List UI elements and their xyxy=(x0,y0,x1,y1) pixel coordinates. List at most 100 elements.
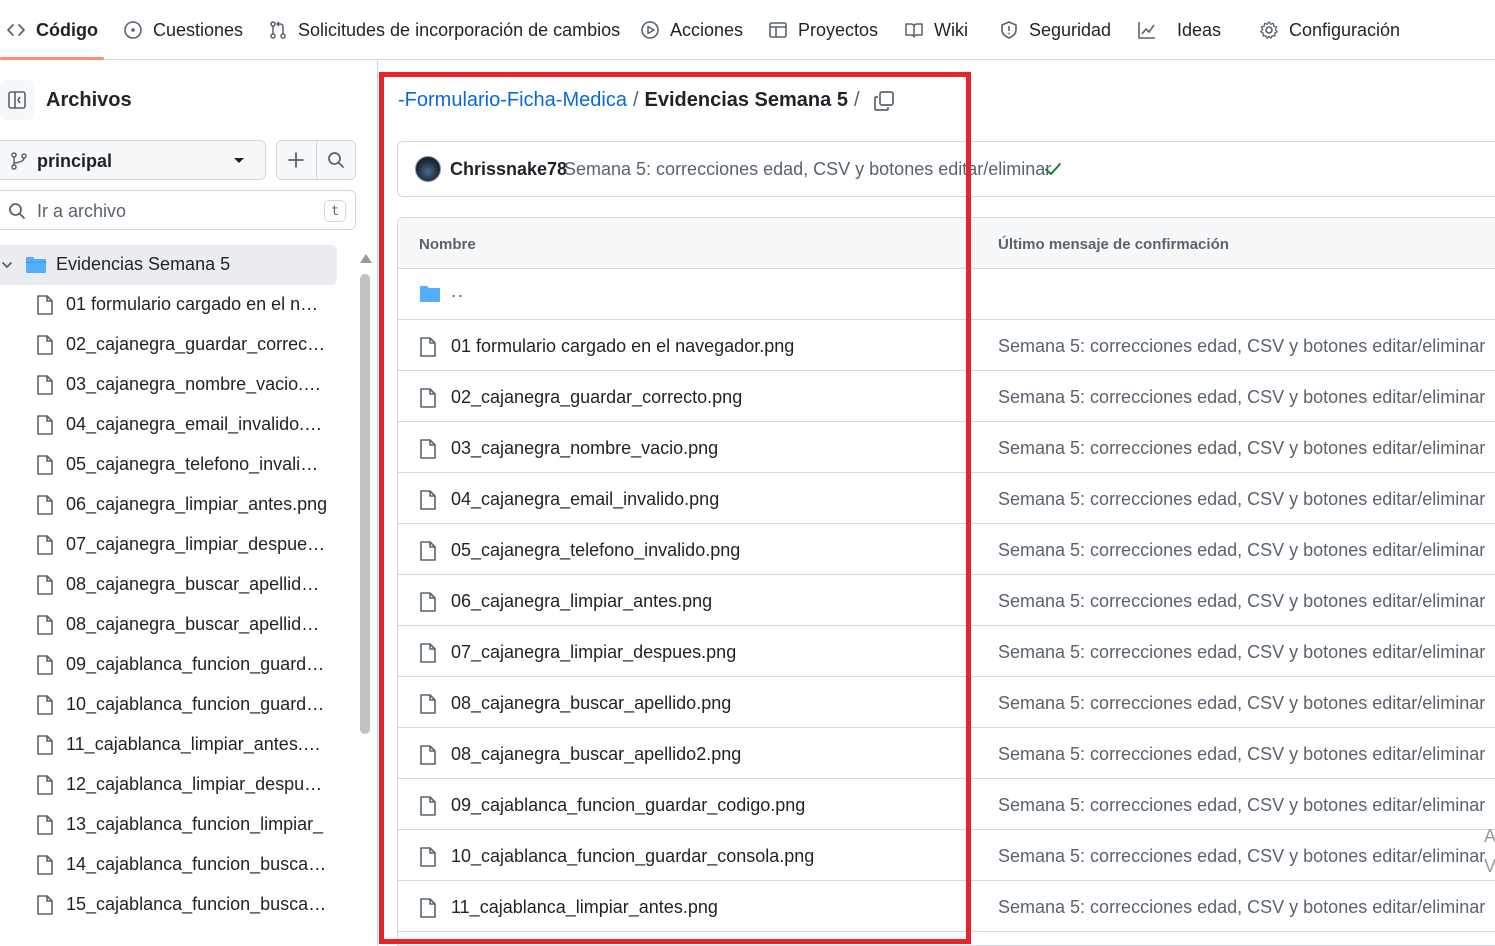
commit-message-link[interactable]: Semana 5: correcciones edad, CSV y boton… xyxy=(998,846,1485,867)
parent-directory-link[interactable]: .. xyxy=(451,281,465,302)
tree-file-item[interactable]: 12_cajablanca_limpiar_despues.png xyxy=(0,765,337,805)
file-icon xyxy=(420,898,436,918)
commit-message-link[interactable]: Semana 5: correcciones edad, CSV y boton… xyxy=(998,438,1485,459)
tab-wiki-label: Wiki xyxy=(934,19,968,40)
file-name-link[interactable]: 04_cajanegra_email_invalido.png xyxy=(451,489,719,510)
file-icon xyxy=(420,745,436,765)
tree-file-item[interactable]: 14_cajablanca_funcion_buscar_c xyxy=(0,845,337,885)
tree-file-item[interactable]: 01 formulario cargado en el navegador.pn… xyxy=(0,285,337,325)
keyboard-shortcut-hint: t xyxy=(324,200,346,222)
search-files-button[interactable] xyxy=(315,141,355,179)
add-file-button[interactable] xyxy=(277,141,316,179)
tree-file-item[interactable]: 04_cajanegra_email_invalido.png xyxy=(0,405,337,445)
tree-file-item[interactable]: 08_cajanegra_buscar_apellido.png xyxy=(0,565,337,605)
table-row[interactable]: 04_cajanegra_email_invalido.png Semana 5:… xyxy=(398,473,1495,524)
table-row[interactable]: 11_cajablanca_limpiar_antes.png Semana 5:… xyxy=(398,881,1495,932)
tree-file-label: 01 formulario cargado en el navegador.pn… xyxy=(66,294,328,314)
tab-code-label: Código xyxy=(36,19,98,40)
commit-message-link[interactable]: Semana 5: correcciones edad, CSV y boton… xyxy=(998,693,1485,714)
file-name-link[interactable]: 06_cajanegra_limpiar_antes.png xyxy=(451,591,712,612)
sidebar-scrollbar[interactable] xyxy=(357,252,373,946)
tab-settings[interactable]: Configuración xyxy=(1259,0,1400,60)
file-name-link[interactable]: 03_cajanegra_nombre_vacio.png xyxy=(451,438,718,459)
commit-message-link[interactable]: Semana 5: correcciones edad, CSV y boton… xyxy=(998,591,1485,612)
check-icon[interactable] xyxy=(1044,160,1062,178)
tree-file-item[interactable]: 07_cajanegra_limpiar_despues.png xyxy=(0,525,337,565)
tree-file-label: 15_cajablanca_funcion_buscar_r xyxy=(66,894,328,914)
commit-message-link[interactable]: Semana 5: correcciones edad, CSV y boton… xyxy=(998,795,1485,816)
tree-file-item[interactable]: 05_cajanegra_telefono_invalido.png xyxy=(0,445,337,485)
tree-file-item[interactable]: 09_cajablanca_funcion_guardar_codigo.png xyxy=(0,645,337,685)
file-icon xyxy=(37,575,53,595)
scroll-up-arrow-icon[interactable] xyxy=(360,254,372,263)
copy-path-button[interactable] xyxy=(871,88,897,114)
tree-file-item[interactable]: 02_cajanegra_guardar_correcto.png xyxy=(0,325,337,365)
file-name-link[interactable]: 01 formulario cargado en el navegador.pn… xyxy=(451,336,794,357)
tree-file-item[interactable]: 13_cajablanca_funcion_limpiar_ xyxy=(0,805,337,845)
file-icon xyxy=(37,895,53,915)
commit-author[interactable]: Chrissnake78 xyxy=(450,159,567,180)
tree-file-item[interactable]: 03_cajanegra_nombre_vacio.png xyxy=(0,365,337,405)
table-row[interactable]: 03_cajanegra_nombre_vacio.png Semana 5: c… xyxy=(398,422,1495,473)
table-row[interactable]: 08_cajanegra_buscar_apellido2.png Semana … xyxy=(398,728,1495,779)
breadcrumb-separator: / xyxy=(853,89,860,111)
file-icon xyxy=(420,694,436,714)
issue-circle-icon xyxy=(124,21,142,39)
commit-message-link[interactable]: Semana 5: correcciones edad, CSV y boton… xyxy=(998,897,1485,918)
tree-file-label: 08_cajanegra_buscar_apellido2.png xyxy=(66,614,328,634)
go-to-file-input[interactable]: Ir a archivo t xyxy=(0,190,356,230)
tree-file-item[interactable]: 08_cajanegra_buscar_apellido2.png xyxy=(0,605,337,645)
tab-wiki[interactable]: Wiki xyxy=(904,0,968,60)
commit-message-link[interactable]: Semana 5: correcciones edad, CSV y boton… xyxy=(998,489,1485,510)
tab-security[interactable]: Seguridad xyxy=(999,0,1111,60)
commit-message[interactable]: Semana 5: correcciones edad, CSV y boton… xyxy=(564,159,1051,180)
tree-file-label: 13_cajablanca_funcion_limpiar_ xyxy=(66,814,324,834)
scrollbar-thumb[interactable] xyxy=(360,274,370,734)
commit-message-link[interactable]: Semana 5: correcciones edad, CSV y boton… xyxy=(998,336,1485,357)
table-row[interactable]: 05_cajanegra_telefono_invalido.png Semana… xyxy=(398,524,1495,575)
table-row[interactable]: 08_cajanegra_buscar_apellido.png Semana 5… xyxy=(398,677,1495,728)
table-row[interactable]: 06_cajanegra_limpiar_antes.png Semana 5: … xyxy=(398,575,1495,626)
collapse-sidebar-button[interactable] xyxy=(0,80,34,120)
edge-clipped-glyph: V xyxy=(1484,856,1495,876)
latest-commit-bar: Chrissnake78 Semana 5: correcciones edad… xyxy=(397,141,1495,197)
file-icon xyxy=(420,541,436,561)
file-name-link[interactable]: 11_cajablanca_limpiar_antes.png xyxy=(451,897,718,918)
table-row[interactable]: 02_cajanegra_guardar_correcto.png Semana … xyxy=(398,371,1495,422)
tree-file-item[interactable]: 15_cajablanca_funcion_buscar_r xyxy=(0,885,337,925)
tree-folder-evidencias[interactable]: Evidencias Semana 5 xyxy=(0,245,337,285)
commit-message-link[interactable]: Semana 5: correcciones edad, CSV y boton… xyxy=(998,642,1485,663)
graph-icon xyxy=(1138,22,1155,39)
tree-file-item[interactable]: 06_cajanegra_limpiar_antes.png xyxy=(0,485,337,525)
tree-file-label: 11_cajablanca_limpiar_antes.png xyxy=(66,734,328,754)
parent-directory-row[interactable]: .. xyxy=(398,269,1495,320)
table-row[interactable]: 10_cajablanca_funcion_guardar_consola.pn… xyxy=(398,830,1495,881)
file-name-link[interactable]: 05_cajanegra_telefono_invalido.png xyxy=(451,540,740,561)
tab-projects[interactable]: Proyectos xyxy=(768,0,878,60)
table-row[interactable]: 07_cajanegra_limpiar_despues.png Semana 5… xyxy=(398,626,1495,677)
tab-pull-requests[interactable]: Solicitudes de incorporación de cambios xyxy=(268,0,620,60)
file-name-link[interactable]: 08_cajanegra_buscar_apellido2.png xyxy=(451,744,741,765)
sidebar-actions xyxy=(276,140,356,180)
file-name-link[interactable]: 08_cajanegra_buscar_apellido.png xyxy=(451,693,731,714)
tab-code[interactable]: Código xyxy=(6,0,98,60)
commit-message-link[interactable]: Semana 5: correcciones edad, CSV y boton… xyxy=(998,540,1485,561)
column-header-message: Último mensaje de confirmación xyxy=(998,236,1229,253)
commit-message-link[interactable]: Semana 5: correcciones edad, CSV y boton… xyxy=(998,387,1485,408)
file-name-link[interactable]: 09_cajablanca_funcion_guardar_codigo.png xyxy=(451,795,805,816)
commit-message-link[interactable]: Semana 5: correcciones edad, CSV y boton… xyxy=(998,744,1485,765)
breadcrumb-repo-link[interactable]: -Formulario-Ficha-Medica xyxy=(398,89,627,111)
tree-file-item[interactable]: 11_cajablanca_limpiar_antes.png xyxy=(0,725,337,765)
table-row[interactable]: 01 formulario cargado en el navegador.pn… xyxy=(398,320,1495,371)
tab-issues[interactable]: Cuestiones xyxy=(123,0,243,60)
file-icon xyxy=(420,643,436,663)
file-name-link[interactable]: 07_cajanegra_limpiar_despues.png xyxy=(451,642,736,663)
tab-actions[interactable]: Acciones xyxy=(640,0,743,60)
tab-insights[interactable]: Ideas xyxy=(1137,0,1221,60)
file-name-link[interactable]: 10_cajablanca_funcion_guardar_consola.pn… xyxy=(451,846,814,867)
file-name-link[interactable]: 02_cajanegra_guardar_correcto.png xyxy=(451,387,742,408)
tree-file-item[interactable]: 10_cajablanca_funcion_guardar_consola.pn… xyxy=(0,685,337,725)
avatar[interactable] xyxy=(415,156,441,182)
table-row[interactable]: 09_cajablanca_funcion_guardar_codigo.png… xyxy=(398,779,1495,830)
branch-selector[interactable]: principal xyxy=(0,140,266,180)
